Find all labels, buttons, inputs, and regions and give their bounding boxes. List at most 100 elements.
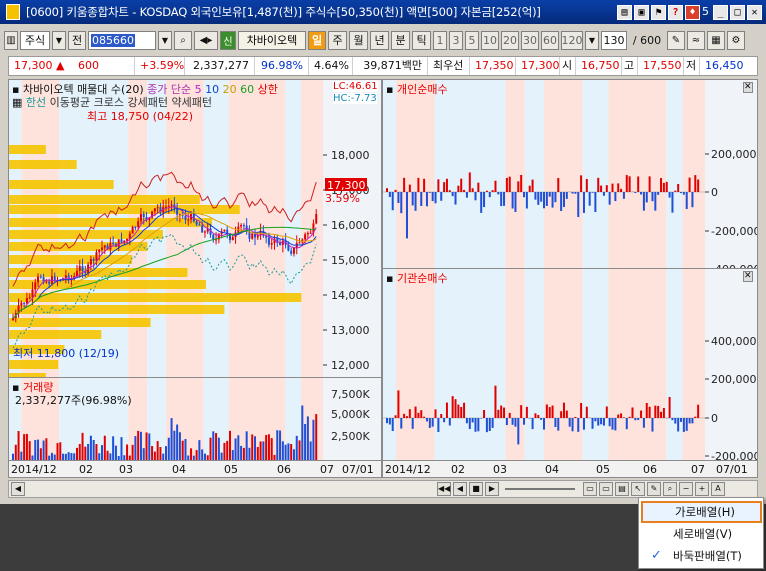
scroll-track[interactable] <box>25 482 435 496</box>
search-icon[interactable]: ⌕ <box>174 30 192 50</box>
flag-icon[interactable]: ⚑ <box>651 4 666 20</box>
menu-item-tile[interactable]: ✓ 바둑판배열(T) <box>641 545 762 567</box>
net-bar <box>500 405 503 418</box>
speaker-icon[interactable]: ◀▸ <box>194 30 218 50</box>
net-bar <box>682 418 685 432</box>
code-dropdown-arrow[interactable]: ▼ <box>158 30 172 50</box>
lock-toggle-icon[interactable]: ▥ <box>4 30 18 50</box>
menu-item-horizontal[interactable]: 가로배열(H) <box>641 501 762 523</box>
interval-60[interactable]: 60 <box>541 30 559 50</box>
stock-code-input[interactable]: 085660 <box>88 30 156 50</box>
scroll-left-icon[interactable]: ◀ <box>11 482 25 496</box>
help-icon[interactable]: ? <box>668 4 683 20</box>
candle-body <box>89 259 92 265</box>
interval-dropdown-arrow[interactable]: ▼ <box>585 30 599 50</box>
interval-3[interactable]: 3 <box>449 30 463 50</box>
current-pct-label: 3.59% <box>325 192 360 205</box>
font-icon[interactable]: A <box>711 482 725 496</box>
calendar-icon[interactable]: ▦ <box>12 96 22 109</box>
chart-scrollbar[interactable]: ◀ ◀◀ ◀ ■ ▶ ▭ ▭ ▤ ↖ ✎ ⌕ − + A <box>8 480 758 498</box>
net-bar <box>694 416 697 418</box>
candle-body <box>290 250 293 254</box>
period-tick[interactable]: 틱 <box>412 30 431 50</box>
period-year[interactable]: 년 <box>370 30 389 50</box>
volume-bar <box>167 437 170 460</box>
zoom-slider[interactable] <box>505 488 575 490</box>
tool-icon[interactable]: ✎ <box>667 30 685 50</box>
net-bar <box>688 418 691 424</box>
minimize-button[interactable]: _ <box>713 4 728 20</box>
link-icon[interactable]: ▤ <box>617 4 632 20</box>
period-week[interactable]: 주 <box>328 30 347 50</box>
net-bar <box>514 192 517 212</box>
y-tick-label: 15,000 <box>331 254 370 267</box>
layout-icon-2[interactable]: ▭ <box>599 482 613 496</box>
market-select[interactable]: 주식 <box>20 30 50 50</box>
net-bar <box>463 189 466 192</box>
stop-icon[interactable]: ■ <box>469 482 483 496</box>
volume-bar <box>103 435 106 460</box>
pen-icon[interactable]: ✎ <box>647 482 661 496</box>
period-month[interactable]: 월 <box>349 30 368 50</box>
net-bar <box>565 410 568 418</box>
menu-item-vertical[interactable]: 세로배열(V) <box>641 523 762 545</box>
first-icon[interactable]: ◀◀ <box>437 482 451 496</box>
lock-icon[interactable]: ▣ <box>634 4 649 20</box>
interval-20[interactable]: 20 <box>501 30 519 50</box>
candle-body <box>203 231 206 233</box>
maximize-button[interactable]: □ <box>730 4 745 20</box>
interval-30[interactable]: 30 <box>521 30 539 50</box>
net-bar <box>625 418 628 430</box>
individual-title-group: ▪ 개인순매수 <box>386 81 448 97</box>
pane-close-icon[interactable]: ✕ <box>743 82 753 93</box>
candle-body <box>103 245 106 248</box>
grid-icon[interactable]: ▦ <box>707 30 725 50</box>
net-bar <box>680 192 683 194</box>
individual-pane[interactable]: 200,000 0 -200,000 -400,000 ▪ 개인순매수 ✕ <box>382 79 758 269</box>
volume-pane[interactable]: 7,500K 5,000K 2,500K ▪ 거래량 2,337,277주(96.9… <box>8 377 382 461</box>
play-icon[interactable]: ▶ <box>485 482 499 496</box>
prev-icon[interactable]: ◀ <box>453 482 467 496</box>
volume-bar <box>101 445 104 460</box>
net-bar <box>588 192 591 206</box>
interval-120[interactable]: 120 <box>561 30 583 50</box>
prev-button[interactable]: 전 <box>68 30 86 50</box>
net-bar <box>488 418 491 431</box>
layout-icon[interactable]: ▭ <box>583 482 597 496</box>
net-bar <box>445 178 448 192</box>
close-button[interactable]: ✕ <box>747 4 762 20</box>
zoom-out-icon[interactable]: − <box>679 482 693 496</box>
institution-pane[interactable]: 400,000 200,000 0 -200,000 ▪ 기관순매수 ✕ <box>382 268 758 461</box>
pin-icon[interactable]: ♦ <box>685 4 700 20</box>
net-bar <box>460 406 463 418</box>
net-bar <box>520 405 523 418</box>
period-minute[interactable]: 분 <box>391 30 410 50</box>
net-bar <box>548 407 551 418</box>
pane-close-icon[interactable]: ✕ <box>743 271 753 282</box>
period-day[interactable]: 일 <box>308 30 326 50</box>
month-band <box>505 80 525 268</box>
interval-5[interactable]: 5 <box>465 30 479 50</box>
market-dropdown-arrow[interactable]: ▼ <box>52 30 66 50</box>
net-bar <box>540 192 543 202</box>
high-marker: 최고 18,750 (04/22) <box>87 110 194 123</box>
net-bar <box>540 418 543 420</box>
net-bar <box>682 192 685 195</box>
zoom-icon[interactable]: ⌕ <box>663 482 677 496</box>
interval-10[interactable]: 10 <box>481 30 499 50</box>
net-bar <box>534 192 537 200</box>
zoom-in-icon[interactable]: + <box>695 482 709 496</box>
month-band <box>608 269 667 460</box>
count-input[interactable]: 130 <box>601 30 627 50</box>
compare-icon[interactable]: ≈ <box>687 30 705 50</box>
layout-icon-3[interactable]: ▤ <box>615 482 629 496</box>
candle-body <box>28 297 31 299</box>
cursor-icon[interactable]: ↖ <box>631 482 645 496</box>
interval-1[interactable]: 1 <box>433 30 447 50</box>
volume-bar <box>173 430 176 460</box>
y-tick-label: 0 <box>711 186 718 199</box>
net-bar <box>394 189 397 192</box>
settings-icon[interactable]: ⚙ <box>727 30 745 50</box>
price-pane[interactable]: 18,00017,00016,00015,00014,00013,00012,0… <box>8 79 382 379</box>
net-bar <box>617 183 620 192</box>
